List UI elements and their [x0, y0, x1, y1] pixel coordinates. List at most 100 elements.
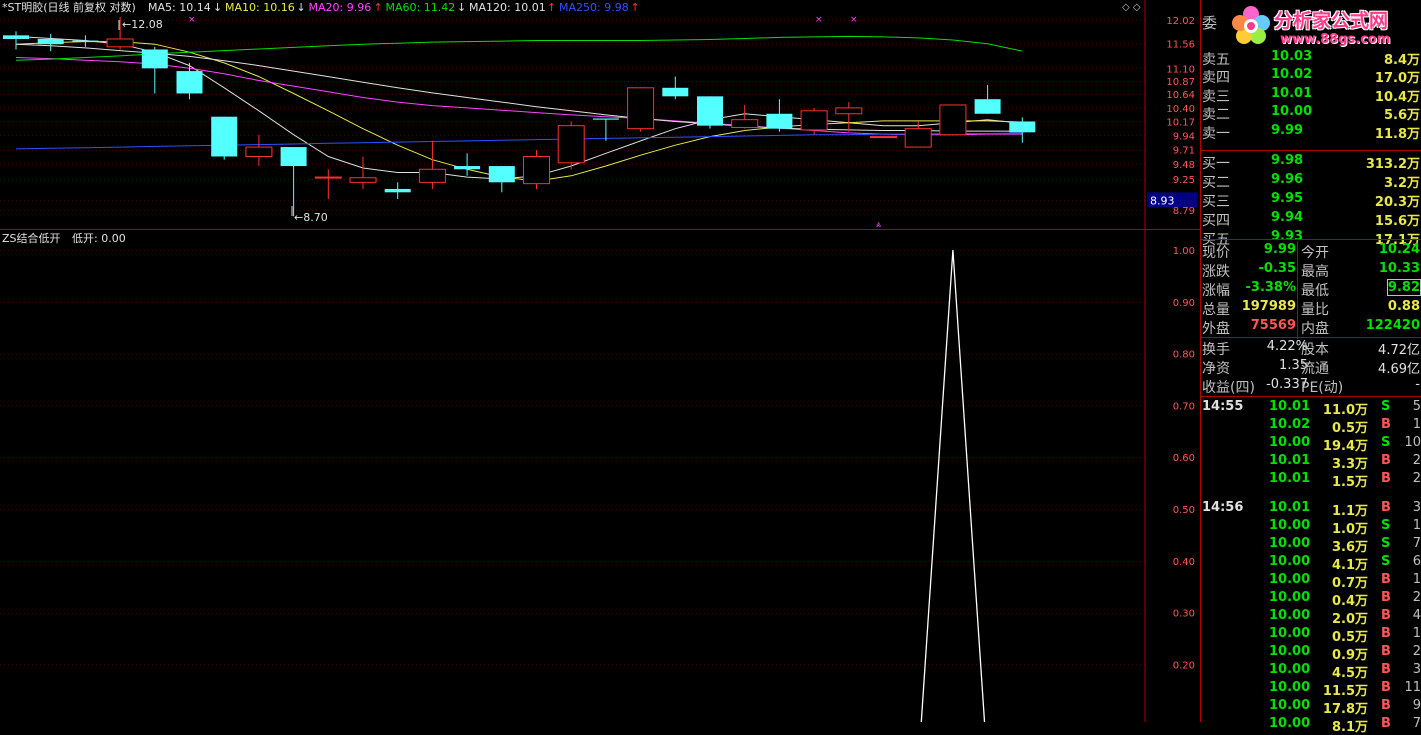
quote-label: 总量	[1202, 302, 1230, 318]
stats-row: 净资 1.35 流通 4.69亿	[1201, 357, 1421, 377]
ask-price: 10.02	[1271, 67, 1313, 83]
tick-row: 10.00 4.1万 S 6	[1201, 553, 1421, 573]
sub-axis-label: 0.60	[1173, 453, 1195, 464]
ma-indicator-label: MA10: 10.16	[225, 1, 295, 14]
candle-body	[557, 125, 585, 164]
low-price-marker: ←8.70	[294, 211, 328, 224]
tick-price: 10.00	[1269, 608, 1311, 623]
bid-row: 买二 9.96 3.2万	[1201, 171, 1421, 191]
quote-row: 总量 197989 量比 0.88	[1201, 298, 1421, 318]
tick-count: 2	[1412, 471, 1421, 486]
tick-row: 10.01 1.5万 B 2	[1201, 470, 1421, 490]
tick-side: S	[1381, 518, 1391, 533]
tick-row: 10.00 3.6万 S 7	[1201, 535, 1421, 555]
ma-indicator-arrow: ↓	[297, 1, 306, 14]
price-axis-label: 10.17	[1166, 117, 1195, 128]
ask-price: 10.01	[1271, 85, 1313, 101]
tick-price: 10.01	[1269, 471, 1311, 486]
ma-indicator-arrow: ↑	[374, 1, 383, 14]
candle-body	[1009, 121, 1036, 133]
candle	[523, 150, 550, 189]
candle-body	[974, 99, 1001, 114]
quote-value: 197989	[1241, 299, 1296, 314]
stats-label: 换手	[1202, 342, 1230, 358]
price-axis-label: 8.79	[1173, 206, 1195, 217]
candle-body	[488, 166, 515, 183]
tick-count: 3	[1412, 500, 1421, 515]
quote-value: 75569	[1250, 318, 1296, 333]
price-axis-label: 9.71	[1173, 146, 1195, 157]
bid-price: 9.98	[1271, 153, 1304, 168]
price-axis-label: 11.10	[1166, 64, 1195, 75]
quote-label: 内盘	[1301, 321, 1329, 337]
bid-row: 买一 9.98 313.2万	[1201, 152, 1421, 172]
tick-price: 10.00	[1269, 680, 1311, 695]
price-axis-label: 11.56	[1166, 40, 1195, 51]
tick-count: 3	[1412, 662, 1421, 677]
quote-value: 9.99	[1263, 242, 1296, 257]
price-axis-label: 8.93	[1150, 194, 1175, 207]
quote-label: 最低	[1301, 283, 1329, 299]
ma-indicator-arrow: ↑	[631, 1, 640, 14]
price-axis-label: 9.48	[1173, 160, 1195, 171]
quote-row: 现价 9.99 今开 10.24	[1201, 241, 1421, 261]
tick-row: 10.00 19.4万 S 10	[1201, 434, 1421, 454]
tick-row: 10.00 0.5万 B 1	[1201, 625, 1421, 645]
tick-side: B	[1381, 417, 1391, 432]
bid-label: 买二	[1202, 175, 1230, 191]
tick-row: 10.00 0.9万 B 2	[1201, 643, 1421, 663]
candle	[627, 87, 655, 132]
bid-price: 9.96	[1271, 172, 1304, 187]
stats-label: 收益(四)	[1202, 380, 1255, 396]
tick-price: 10.00	[1269, 572, 1311, 587]
tick-row: 10.02 0.5万 B 1	[1201, 416, 1421, 436]
tick-count: 1	[1412, 626, 1421, 641]
tick-row: 10.00 11.5万 B 11	[1201, 679, 1421, 699]
stats-label: 流通	[1301, 361, 1329, 377]
tick-time: 14:56	[1202, 500, 1244, 515]
candle-body	[176, 71, 203, 94]
candle-body	[106, 38, 134, 48]
tick-price: 10.00	[1269, 662, 1311, 677]
tick-price: 10.01	[1269, 399, 1311, 414]
quote-value: 0.88	[1387, 299, 1420, 314]
tick-price: 10.00	[1269, 626, 1311, 641]
bid-row: 买三 9.95 20.3万	[1201, 190, 1421, 210]
quote-separator	[1201, 239, 1421, 240]
tick-count: 6	[1412, 554, 1421, 569]
sub-axis-label: 1.00	[1173, 246, 1195, 257]
kline-chart[interactable]: 12.02 11.56 11.10 10.87 10.64 10.40 10.17 9.94 9…	[0, 0, 1200, 722]
candle-body	[211, 116, 238, 157]
ask-volume: 5.6万	[1383, 108, 1420, 124]
signal-arrow-icon: ⩓	[876, 220, 881, 230]
tick-row: 10.00 2.0万 B 4	[1201, 607, 1421, 627]
candle-body	[697, 96, 723, 126]
tick-side: S	[1381, 536, 1391, 551]
tick-side: B	[1381, 644, 1391, 659]
quote-panel: 委卖五 10.03 8.4万 卖四 10.02 17.0万 卖三 10.01 10.4万 卖二 10…	[1200, 0, 1421, 735]
tick-side: B	[1381, 590, 1391, 605]
tick-count: 2	[1412, 590, 1421, 605]
candle-body	[349, 177, 377, 183]
tick-count: 9	[1412, 698, 1421, 713]
candle-body	[454, 166, 481, 170]
window-control-icon: ◇ ◇	[1122, 2, 1141, 13]
tick-time: 14:55	[1202, 399, 1244, 414]
tick-side: B	[1381, 453, 1391, 468]
flower-logo-icon	[1232, 6, 1270, 44]
ma-indicator-label: MA250: 9.98	[559, 1, 629, 14]
candle-body	[835, 107, 863, 115]
candle-body	[731, 119, 759, 128]
candle-body	[523, 155, 550, 185]
stats-label: PE(动)	[1301, 380, 1344, 396]
candle	[211, 116, 238, 160]
bid-price: 9.95	[1271, 191, 1304, 206]
tick-volume: 1.5万	[1331, 475, 1368, 490]
tick-count: 7	[1412, 716, 1421, 731]
ask-price: 9.99	[1271, 122, 1304, 138]
stats-label: 股本	[1301, 342, 1329, 358]
tick-side: B	[1381, 471, 1391, 486]
quote-value: -0.35	[1258, 261, 1296, 276]
candle	[870, 136, 897, 139]
ask-row: 卖四 10.02 17.0万	[1201, 66, 1421, 86]
